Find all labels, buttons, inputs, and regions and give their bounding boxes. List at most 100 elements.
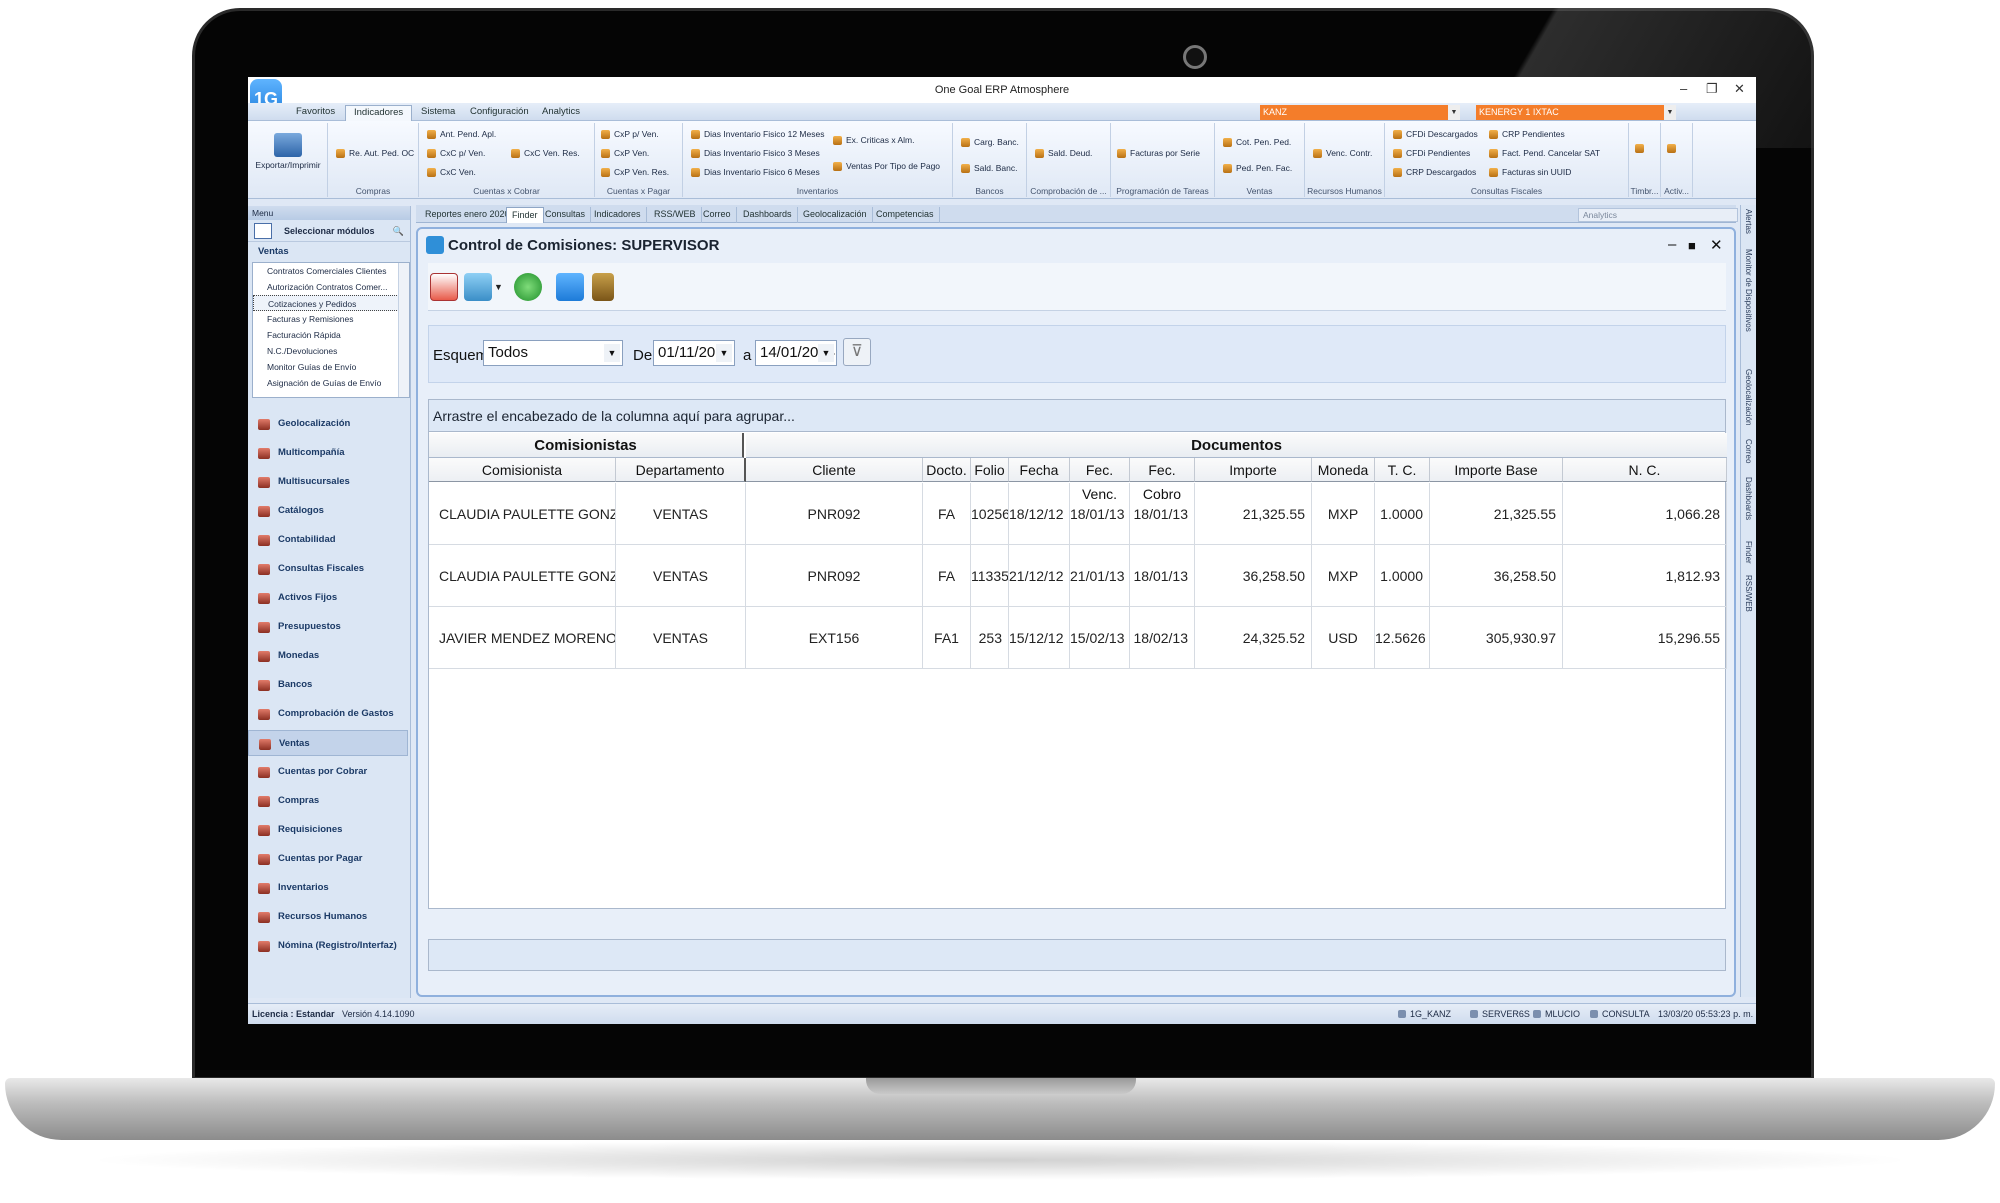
dock-tab[interactable]: Alertas (1744, 209, 1753, 234)
dock-tab[interactable]: Monitor de Dispositivos (1744, 249, 1753, 332)
date-to-picker[interactable]: 14/01/2014 ▼ (755, 340, 837, 366)
ribbon-item[interactable]: Dias Inventario Fisico 3 Meses (691, 148, 820, 158)
company-combo[interactable]: KANZ ▼ (1260, 105, 1460, 120)
export-icon[interactable] (274, 133, 302, 157)
ribbon-item[interactable]: CxC p/ Ven. (427, 148, 485, 158)
column-header[interactable]: Fec. Venc. (1070, 458, 1130, 502)
ribbon-item[interactable]: Dias Inventario Fisico 12 Meses (691, 129, 824, 139)
module-item[interactable]: Comprobación de Gastos (248, 701, 408, 727)
table-row[interactable]: CLAUDIA PAULETTE GONZALEZVENTASPNR092FA1… (429, 545, 1727, 607)
column-header[interactable]: Fecha (1009, 458, 1070, 482)
ribbon-item[interactable]: CxP Ven. (601, 148, 649, 158)
ribbon-item[interactable]: CRP Descargados (1393, 167, 1476, 177)
doc-tab[interactable]: Competencias (871, 207, 940, 223)
module-item[interactable]: Compras (248, 788, 408, 814)
export-dropdown-icon[interactable] (464, 273, 492, 301)
doc-tab[interactable]: RSS/WEB (649, 207, 702, 223)
ribbon-item[interactable]: CxP p/ Ven. (601, 129, 659, 139)
module-item[interactable]: Presupuestos (248, 614, 408, 640)
ribbon-item[interactable]: Dias Inventario Fisico 6 Meses (691, 167, 820, 177)
ribbon-item[interactable]: Fact. Pend. Cancelar SAT (1489, 148, 1600, 158)
date-from-picker[interactable]: 01/11/2013 ▼ (653, 340, 735, 366)
ribbon-item[interactable]: CxC Ven. (427, 167, 476, 177)
group-by-hint[interactable]: Arrastre el encabezado de la columna aqu… (429, 400, 1725, 432)
close-button[interactable]: ✕ (1734, 81, 1745, 97)
ribbon-item[interactable]: Sald. Banc. (961, 163, 1017, 173)
restore-button[interactable]: ❐ (1706, 81, 1718, 97)
ribbon-item[interactable]: CFDi Pendientes (1393, 148, 1470, 158)
ribbon-item[interactable]: CFDi Descargados (1393, 129, 1478, 139)
esquema-select[interactable]: Todos ▼ (483, 340, 623, 366)
column-header[interactable]: Importe (1195, 458, 1312, 482)
doc-tab[interactable]: Geolocalización (798, 207, 873, 223)
column-header[interactable]: Moneda (1312, 458, 1375, 482)
column-header[interactable]: Folio (971, 458, 1009, 482)
list-item[interactable]: N.C./Devoluciones (253, 343, 409, 359)
ribbon-item[interactable]: Re. Aut. Ped. OC (336, 148, 414, 158)
doc-tab-active[interactable]: Finder (506, 207, 544, 223)
list-scrollbar[interactable] (398, 263, 409, 397)
module-item[interactable]: Cuentas por Cobrar (248, 759, 408, 785)
dock-tab[interactable]: Correo (1744, 439, 1753, 463)
tab-favoritos[interactable]: Favoritos (288, 105, 343, 121)
column-header[interactable]: Departamento (616, 458, 746, 482)
edit-icon[interactable] (430, 273, 458, 301)
module-item[interactable]: Activos Fijos (248, 585, 408, 611)
list-item[interactable]: Asignación de Guías de Envío (253, 375, 409, 391)
column-header[interactable]: Docto. (923, 458, 971, 482)
module-item[interactable]: Recursos Humanos (248, 904, 408, 930)
server-combo[interactable]: KENERGY 1 IXTAC ▼ (1476, 105, 1676, 120)
ribbon-item[interactable]: Facturas sin UUID (1489, 167, 1571, 177)
column-header[interactable]: Cliente (746, 458, 923, 482)
dock-tab[interactable]: Geolocalización (1744, 369, 1753, 425)
column-header[interactable]: Importe Base (1430, 458, 1563, 482)
ribbon-item[interactable]: CxC Ven. Res. (511, 148, 580, 158)
exit-door-icon[interactable] (592, 273, 614, 301)
module-item[interactable]: Multicompañía (248, 440, 408, 466)
list-item[interactable]: Autorización Contratos Comer... (253, 279, 409, 295)
dock-tab[interactable]: Finder (1744, 541, 1753, 564)
ribbon-item[interactable]: Cot. Pen. Ped. (1223, 137, 1291, 147)
module-item[interactable]: Nómina (Registro/Interfaz) (248, 933, 408, 959)
ribbon-item[interactable]: CxP Ven. Res. (601, 167, 669, 177)
list-item[interactable]: Contratos Comerciales Clientes (253, 263, 409, 279)
list-item-selected[interactable]: Cotizaciones y Pedidos (253, 295, 409, 311)
list-item[interactable]: Facturación Rápida (253, 327, 409, 343)
module-item[interactable]: Inventarios (248, 875, 408, 901)
onegoal-icon[interactable] (556, 273, 584, 301)
column-header[interactable]: T. C. (1375, 458, 1430, 482)
tab-configuracion[interactable]: Configuración (462, 105, 537, 121)
ribbon-item[interactable]: Ex. Criticas x Alm. (833, 135, 914, 145)
ribbon-item[interactable]: CRP Pendientes (1489, 129, 1565, 139)
search-icon[interactable]: 🔍 (393, 220, 404, 242)
list-item[interactable]: Monitor Guías de Envío (253, 359, 409, 375)
list-item[interactable]: Facturas y Remisiones (253, 311, 409, 327)
chevron-down-icon[interactable]: ▼ (494, 273, 504, 301)
analytics-box[interactable]: Analytics (1578, 208, 1738, 222)
doc-tab[interactable]: Consultas (540, 207, 592, 223)
ribbon-item[interactable]: Ped. Pen. Fac. (1223, 163, 1292, 173)
module-item[interactable]: Geolocalización (248, 411, 408, 437)
table-row[interactable]: CLAUDIA PAULETTE GONZALEZVENTASPNR092FA1… (429, 483, 1727, 545)
module-item[interactable]: Ventas (248, 730, 408, 756)
window-close-button[interactable]: ✕ (1710, 236, 1723, 254)
tab-indicadores[interactable]: Indicadores (345, 105, 413, 121)
filter-icon[interactable]: ⊽ (843, 338, 871, 366)
export-button-label[interactable]: Exportar/Imprimir (248, 160, 328, 170)
minimize-button[interactable]: – (1680, 81, 1687, 96)
doc-tab[interactable]: Indicadores (589, 207, 647, 223)
module-item[interactable]: Multisucursales (248, 469, 408, 495)
tab-sistema[interactable]: Sistema (413, 105, 463, 121)
dock-tab[interactable]: RSS/WEB (1744, 575, 1753, 612)
ribbon-item[interactable]: Carg. Banc. (961, 137, 1019, 147)
tab-analytics[interactable]: Analytics (534, 105, 588, 121)
table-row[interactable]: JAVIER MENDEZ MORENO VENTAS EXT156 FA1 253 15… (429, 607, 1727, 669)
refresh-icon[interactable] (514, 273, 542, 301)
doc-tab[interactable]: Reportes enero 2020 (420, 207, 516, 223)
module-item[interactable]: Consultas Fiscales (248, 556, 408, 582)
module-item[interactable]: Bancos (248, 672, 408, 698)
ribbon-item[interactable]: Facturas por Serie (1117, 148, 1200, 158)
module-item[interactable]: Monedas (248, 643, 408, 669)
window-maximize-button[interactable]: ■ (1688, 238, 1696, 253)
doc-tab[interactable]: Correo (698, 207, 737, 223)
